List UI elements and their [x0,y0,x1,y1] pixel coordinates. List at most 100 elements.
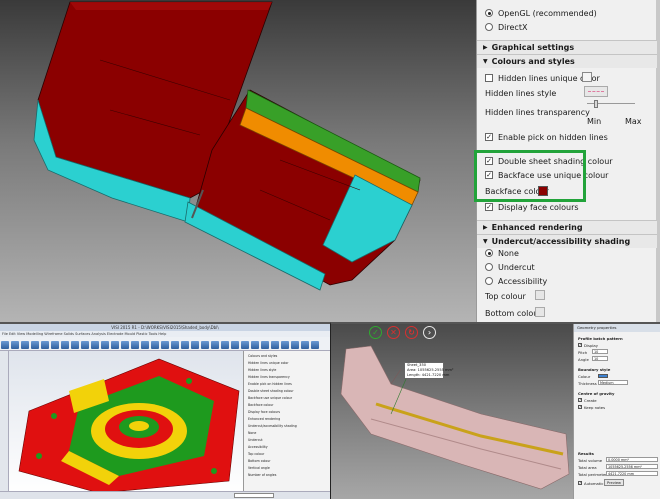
tool-icon[interactable] [91,341,99,349]
pitch-input[interactable]: 10 [592,349,608,354]
boundary-section[interactable]: Boundary style [578,366,610,372]
tool-icon[interactable] [151,341,159,349]
bottom-colour-swatch[interactable] [535,307,545,317]
tool-icon[interactable] [101,341,109,349]
tool-icon[interactable] [211,341,219,349]
tool-icon[interactable] [31,341,39,349]
tool-icon[interactable] [161,341,169,349]
settings-mini-panel: Colours and styles Hidden lines unique c… [243,351,330,493]
shaded-viewport[interactable] [0,0,476,322]
status-field[interactable] [234,493,274,498]
reset-icon[interactable]: ↻ [405,326,418,339]
tool-icon[interactable] [11,341,19,349]
total-area-value: 1055625.2556 mm² [606,464,658,469]
car-panel-model [33,1,421,291]
section-enhanced-rendering[interactable]: ▶ Enhanced rendering [477,220,657,234]
enable-pick-hidden-lines-checkbox[interactable]: Enable pick on hidden lines [485,130,608,144]
angle-input[interactable]: 10 [592,356,608,361]
tool-icon[interactable] [141,341,149,349]
thickness-dropdown[interactable]: Medium [598,380,628,385]
tool-icon[interactable] [291,341,299,349]
tool-icon[interactable] [311,341,319,349]
top-colour-label: Top colour [485,291,526,301]
total-area-label: Total area [578,464,597,470]
renderer-opengl-option[interactable]: OpenGL (recommended) [485,6,597,20]
tool-icon[interactable] [41,341,49,349]
radio-button[interactable] [485,249,493,257]
tool-icon[interactable] [221,341,229,349]
total-perimeter-label: Total perimeter [578,471,607,477]
results-section[interactable]: Results [578,450,594,456]
tool-icon[interactable] [201,341,209,349]
status-bar [0,491,330,499]
top-colour-swatch[interactable] [535,290,545,300]
dashed-line-preview [588,91,604,92]
radio-button[interactable] [485,23,493,31]
transparency-slider[interactable] [587,100,635,108]
radio-button[interactable] [485,9,493,17]
mould-model [18,358,240,493]
tool-icon[interactable] [81,341,89,349]
tool-icon[interactable] [261,341,269,349]
section-colours-and-styles[interactable]: ▼ Colours and styles [477,54,657,68]
hidden-lines-style-label: Hidden lines style [485,88,557,98]
tool-icon[interactable] [171,341,179,349]
display-checkbox[interactable]: ✓ Display [578,342,598,348]
checkbox[interactable]: ✓ [578,343,582,347]
collapse-triangle-icon: ▼ [483,238,488,245]
ribbon-toolbar[interactable] [0,337,330,351]
boundary-colour-swatch[interactable] [598,374,608,378]
undercut-undercut-option[interactable]: Undercut [485,260,535,274]
undercut-accessibility-option[interactable]: Accessibility [485,274,547,288]
checkbox[interactable] [485,74,493,82]
create-checkbox[interactable]: ✓ Create [578,397,597,403]
total-volume-value: 0.0000 mm³ [606,457,658,462]
tool-icon[interactable] [1,341,9,349]
preview-button[interactable]: Preview [604,479,624,486]
profile-section[interactable]: Profile batch pattern [578,335,623,341]
geometry-properties-panel: Geometry properties Profile batch patter… [573,324,660,499]
tool-icon[interactable] [181,341,189,349]
tool-icon[interactable] [21,341,29,349]
checkbox[interactable]: ✓ [578,481,582,485]
highlight-frame [474,150,586,202]
section-graphical-settings[interactable]: ▶ Graphical settings [477,40,657,54]
next-icon[interactable]: › [423,326,436,339]
checkbox[interactable] [485,203,493,211]
tool-icon[interactable] [111,341,119,349]
radio-button[interactable] [485,277,493,285]
renderer-directx-option[interactable]: DirectX [485,20,527,34]
mould-viewport[interactable] [9,351,243,493]
tool-icon[interactable] [71,341,79,349]
tool-icon[interactable] [301,341,309,349]
radio-button[interactable] [485,263,493,271]
slider-thumb[interactable] [593,100,598,108]
tool-icon[interactable] [131,341,139,349]
display-face-colours-checkbox[interactable]: Display face colours [485,200,579,214]
tool-icon[interactable] [51,341,59,349]
hidden-lines-style-dropdown[interactable] [584,86,608,97]
tool-icon[interactable] [61,341,69,349]
confirm-icon[interactable]: ✓ [369,326,382,339]
keep-notes-checkbox[interactable]: ✓ Keep notes [578,404,605,410]
undercut-none-option[interactable]: None [485,246,519,260]
checkbox[interactable]: ✓ [578,405,582,409]
pitch-label: Pitch [578,349,588,355]
side-toolbar[interactable] [0,351,9,499]
checkbox[interactable]: ✓ [578,398,582,402]
tool-icon[interactable] [281,341,289,349]
tool-icon[interactable] [191,341,199,349]
automatic-checkbox[interactable]: ✓ Automatic [578,480,603,486]
bumper-viewport[interactable]: ✓ ✕ ↻ › Sheet_350 Area: 1055625.2555 mm²… [331,324,573,499]
gravity-section[interactable]: Centre of gravity [578,390,614,396]
hidden-lines-color-swatch[interactable] [582,72,592,82]
tool-icon[interactable] [271,341,279,349]
tool-icon[interactable] [121,341,129,349]
checkbox[interactable] [485,133,493,141]
tool-icon[interactable] [231,341,239,349]
expand-triangle-icon: ▶ [483,44,488,51]
tool-icon[interactable] [251,341,259,349]
colour-label: Colour [578,373,591,379]
tool-icon[interactable] [241,341,249,349]
cancel-icon[interactable]: ✕ [387,326,400,339]
